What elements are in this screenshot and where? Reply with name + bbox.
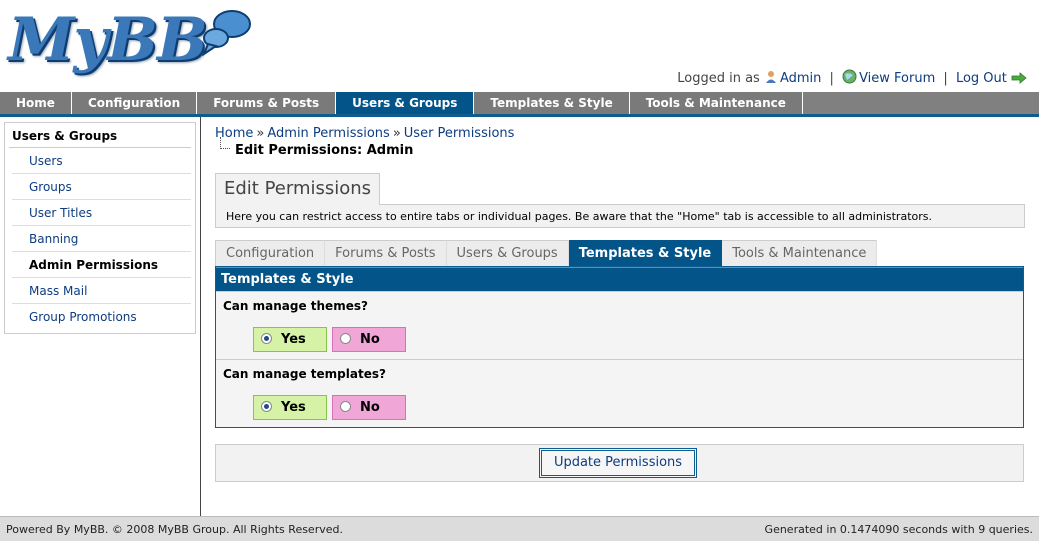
menu-forums-posts[interactable]: Forums & Posts xyxy=(197,92,337,114)
breadcrumb-admin-permissions[interactable]: Admin Permissions xyxy=(267,126,389,141)
update-permissions-button[interactable]: Update Permissions xyxy=(539,448,697,478)
view-forum-link[interactable]: View Forum xyxy=(859,71,935,86)
admin-user-link[interactable]: Admin xyxy=(780,71,821,86)
sidebar-title: Users & Groups xyxy=(9,126,191,148)
breadcrumb-separator: » xyxy=(392,126,401,141)
tab-configuration[interactable]: Configuration xyxy=(215,240,326,266)
sidebar-item-banning[interactable]: Banning xyxy=(12,226,191,252)
sidebar-item-users[interactable]: Users xyxy=(12,148,191,174)
no-label: No xyxy=(360,332,380,347)
logo[interactable]: MyBB xyxy=(8,4,251,84)
main-menu: Home Configuration Forums & Posts Users … xyxy=(0,92,1039,117)
user-icon xyxy=(764,70,778,88)
user-links: Logged in as Admin | View Forum | Log Ou… xyxy=(677,69,1029,88)
menu-configuration[interactable]: Configuration xyxy=(71,92,198,114)
permission-tabs: Configuration Forums & Posts Users & Gro… xyxy=(215,240,1025,266)
yes-option[interactable]: Yes xyxy=(253,395,327,420)
tree-connector xyxy=(220,137,230,149)
no-option[interactable]: No xyxy=(332,327,406,352)
breadcrumb-current: Edit Permissions: Admin xyxy=(215,137,1025,158)
breadcrumb-user-permissions[interactable]: User Permissions xyxy=(404,126,515,141)
breadcrumb-separator: » xyxy=(256,126,265,141)
tab-tools-maintenance[interactable]: Tools & Maintenance xyxy=(722,240,878,266)
sidebar: Users & Groups Users Groups User Titles … xyxy=(4,122,196,334)
footer: Powered By MyBB. © 2008 MyBB Group. All … xyxy=(0,516,1039,541)
permission-row: Can manage themes? Yes No xyxy=(216,291,1023,359)
menu-users-groups[interactable]: Users & Groups xyxy=(336,92,475,114)
footer-copyright: Powered By MyBB. © 2008 MyBB Group. All … xyxy=(6,523,343,536)
no-label: No xyxy=(360,400,380,415)
log-out-link[interactable]: Log Out xyxy=(956,71,1007,86)
submit-bar: Update Permissions xyxy=(215,444,1024,482)
globe-icon xyxy=(842,69,857,88)
sidebar-divider xyxy=(200,117,201,516)
main-content: Home» Admin Permissions» User Permissions … xyxy=(215,126,1025,482)
header: MyBB Logged in as Admin | View Forum | L… xyxy=(0,0,1039,92)
menu-home[interactable]: Home xyxy=(0,92,72,114)
page-description: Here you can restrict access to entire t… xyxy=(215,204,1025,228)
yes-option[interactable]: Yes xyxy=(253,327,327,352)
yes-label: Yes xyxy=(281,400,306,415)
permission-label: Can manage templates? xyxy=(223,367,386,381)
menu-templates-style[interactable]: Templates & Style xyxy=(474,92,630,114)
sidebar-item-group-promotions[interactable]: Group Promotions xyxy=(12,304,191,330)
footer-generated: Generated in 0.1474090 seconds with 9 qu… xyxy=(764,523,1033,536)
radio-yes-checked[interactable] xyxy=(261,333,272,344)
page-title: Edit Permissions xyxy=(215,173,381,205)
radio-no[interactable] xyxy=(340,333,351,344)
breadcrumb: Home» Admin Permissions» User Permissions xyxy=(215,126,1025,141)
radio-yes-checked[interactable] xyxy=(261,401,272,412)
yes-label: Yes xyxy=(281,332,306,347)
menu-tools-maintenance[interactable]: Tools & Maintenance xyxy=(629,92,803,114)
logged-in-label: Logged in as xyxy=(677,71,760,86)
radio-no[interactable] xyxy=(340,401,351,412)
logout-arrow-icon xyxy=(1011,72,1027,88)
permission-label: Can manage themes? xyxy=(223,299,368,313)
permissions-section-title: Templates & Style xyxy=(216,267,1023,291)
breadcrumb-current-label: Edit Permissions: Admin xyxy=(235,143,414,158)
permission-row: Can manage templates? Yes No xyxy=(216,359,1023,427)
tab-users-groups[interactable]: Users & Groups xyxy=(446,240,569,266)
sidebar-item-mass-mail[interactable]: Mass Mail xyxy=(12,278,191,304)
no-option[interactable]: No xyxy=(332,395,406,420)
sidebar-item-admin-permissions[interactable]: Admin Permissions xyxy=(12,252,191,278)
tab-templates-style[interactable]: Templates & Style xyxy=(568,240,723,266)
separator: | xyxy=(943,71,948,86)
sidebar-item-user-titles[interactable]: User Titles xyxy=(12,200,191,226)
speech-bubble-icon xyxy=(202,10,251,56)
permissions-panel: Templates & Style Can manage themes? Yes… xyxy=(215,266,1024,428)
tab-forums-posts[interactable]: Forums & Posts xyxy=(325,240,447,266)
logo-text: MyBB xyxy=(8,5,208,75)
sidebar-item-groups[interactable]: Groups xyxy=(12,174,191,200)
separator: | xyxy=(829,71,834,86)
